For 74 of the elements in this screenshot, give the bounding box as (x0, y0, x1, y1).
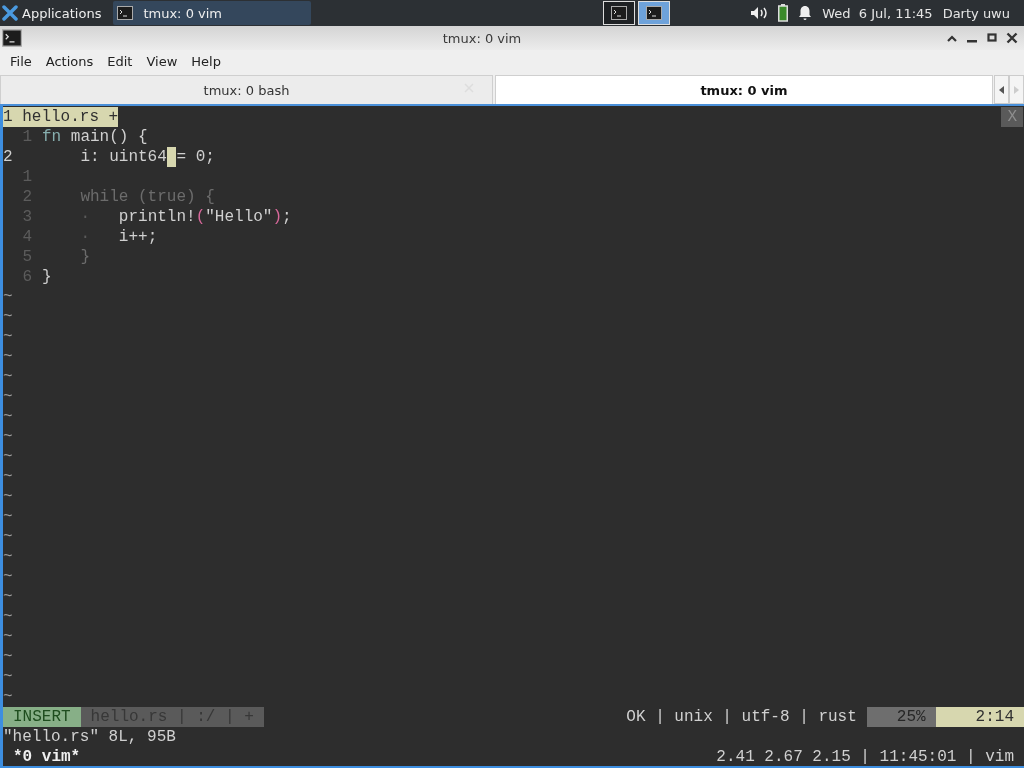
code-text: ; (282, 207, 292, 227)
left-arrow-icon (999, 85, 1004, 94)
empty-line-marker: ~ (3, 287, 13, 307)
battery-icon[interactable] (778, 4, 789, 22)
buffer-tab[interactable]: 1 hello.rs + (3, 107, 119, 127)
taskbar-button[interactable]: tmux: 0 vim (113, 1, 312, 25)
terminal-icon (646, 6, 663, 20)
empty-line-marker: ~ (3, 467, 13, 487)
scroll-left-button[interactable] (994, 75, 1009, 104)
empty-line-marker: ~ (3, 367, 13, 387)
empty-line-marker: ~ (3, 587, 13, 607)
empty-line-marker: ~ (3, 527, 13, 547)
clock[interactable]: Wed 6 Jul, 11:45 (822, 5, 933, 21)
empty-line-marker: ~ (3, 627, 13, 647)
tab[interactable]: tmux: 0 vim (495, 75, 993, 104)
code-text: i: uint64 (79, 147, 167, 167)
tab[interactable]: tmux: 0 bash (0, 75, 493, 104)
workspace-button[interactable] (603, 1, 636, 25)
empty-line-marker: ~ (3, 407, 13, 427)
cursor-position: 2:14 (935, 707, 1024, 727)
message-text: "hello.rs" 8L, 95B (3, 727, 176, 747)
empty-line-marker: ~ (3, 427, 13, 447)
menu-item[interactable]: Help (184, 53, 228, 69)
right-arrow-icon (1014, 85, 1019, 94)
code-text: while (true) { (79, 187, 215, 207)
empty-line-marker: ~ (3, 507, 13, 527)
empty-line-marker: ~ (3, 687, 13, 707)
bell-icon[interactable] (798, 5, 813, 21)
code-text: println! (117, 207, 196, 227)
code-text: = 0; (176, 147, 215, 167)
shade-icon[interactable] (946, 33, 958, 43)
x-logo-icon (2, 5, 18, 21)
indent-guide: · (79, 227, 90, 247)
workspace-button[interactable] (638, 1, 671, 25)
menu-item[interactable]: View (139, 53, 185, 69)
empty-line-marker: ~ (3, 667, 13, 687)
code-text: fn (42, 127, 62, 147)
empty-line-marker: ~ (3, 307, 13, 327)
applications-menu[interactable]: Applications (0, 0, 108, 26)
code-text: "Hello" (205, 207, 273, 227)
code-text: main() { (69, 127, 148, 147)
menu-item[interactable]: File (3, 53, 39, 69)
terminal-icon (611, 6, 628, 20)
terminal-icon (117, 6, 134, 20)
file-info: OK | unix | utf-8 | rust (626, 707, 858, 727)
code-text: ( (195, 207, 206, 227)
maximize-icon[interactable] (986, 33, 998, 43)
code-text: } (79, 247, 90, 267)
close-icon[interactable] (1006, 32, 1018, 44)
code-text: } (42, 267, 52, 287)
empty-line-marker: ~ (3, 567, 13, 587)
text-cursor (166, 147, 177, 167)
line-number: 2 (3, 147, 14, 167)
tmux-window[interactable]: *0 vim* (3, 747, 81, 766)
empty-line-marker: ~ (3, 547, 13, 567)
tmux-status-info: 2.41 2.67 2.15 | 11:45:01 | vim (716, 747, 1015, 766)
code-text: i++; (117, 227, 158, 247)
empty-line-marker: ~ (3, 487, 13, 507)
window-title: tmux: 0 vim (441, 30, 523, 46)
scroll-percent: 25% (866, 707, 936, 727)
empty-line-marker: ~ (3, 447, 13, 467)
empty-line-marker: ~ (3, 327, 13, 347)
empty-line-marker: ~ (3, 387, 13, 407)
empty-line-marker: ~ (3, 347, 13, 367)
mode-indicator: INSERT (3, 707, 81, 727)
code-text: ) (272, 207, 283, 227)
terminal-icon (2, 29, 22, 47)
empty-line-marker: ~ (3, 647, 13, 667)
menu-item[interactable]: Edit (100, 53, 140, 69)
user-name[interactable]: Darty uwu (942, 5, 1010, 21)
volume-icon[interactable] (750, 6, 769, 20)
indent-guide: · (79, 207, 90, 227)
menu-item[interactable]: Actions (38, 53, 101, 69)
empty-line-marker: ~ (3, 607, 13, 627)
